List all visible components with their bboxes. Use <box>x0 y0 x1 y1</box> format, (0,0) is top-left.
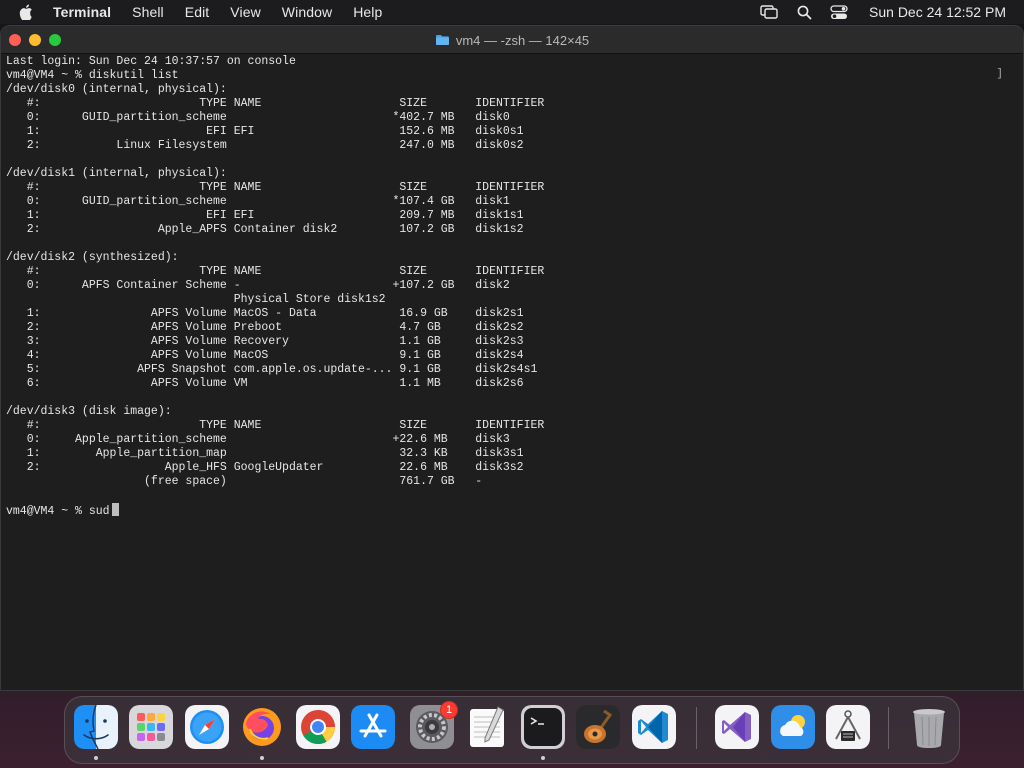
terminal-line: vm4@VM4 ~ % diskutil list <box>6 69 179 82</box>
terminal-running-indicator <box>541 756 545 760</box>
dock-separator <box>696 707 697 749</box>
terminal-line: /dev/disk2 (synthesized): <box>6 251 179 264</box>
terminal-line: 1: APFS Volume MacOS - Data 16.9 GB disk… <box>6 307 524 320</box>
text-cursor <box>111 503 119 516</box>
dock-separator <box>888 707 889 749</box>
scroll-marker: ] <box>996 68 1003 80</box>
control-center-icon[interactable] <box>830 4 848 20</box>
terminal-line: 1: Apple_partition_map 32.3 KB disk3s1 <box>6 447 524 460</box>
terminal-line: Physical Store disk1s2 <box>6 293 386 306</box>
terminal-prompt-line[interactable]: vm4@VM4 ~ % sud <box>6 503 1023 518</box>
menu-shell[interactable]: Shell <box>132 4 164 20</box>
terminal-line: 1: EFI EFI 152.6 MB disk0s1 <box>6 125 524 138</box>
terminal-line: 0: APFS Container Scheme - +107.2 GB dis… <box>6 279 510 292</box>
terminal-line: #: TYPE NAME SIZE IDENTIFIER <box>6 97 545 110</box>
textedit-icon[interactable] <box>465 705 509 749</box>
window-titlebar[interactable]: vm4 — -zsh — 142×45 <box>1 26 1023 54</box>
finder-icon[interactable] <box>74 705 118 749</box>
menu-window[interactable]: Window <box>282 4 332 20</box>
screen-mirroring-icon[interactable] <box>760 4 778 20</box>
launchpad-icon[interactable] <box>129 705 173 749</box>
terminal-line: /dev/disk0 (internal, physical): <box>6 83 227 96</box>
menu-bar: Terminal Shell Edit View Window Help Sun… <box>0 0 1024 24</box>
dock: 1 <box>64 696 960 764</box>
terminal-icon[interactable] <box>521 705 565 749</box>
terminal-line: (free space) 761.7 GB - <box>6 475 483 488</box>
terminal-line: /dev/disk3 (disk image): <box>6 405 172 418</box>
vscode-icon[interactable] <box>632 705 676 749</box>
terminal-line: #: TYPE NAME SIZE IDENTIFIER <box>6 419 545 432</box>
terminal-line: /dev/disk1 (internal, physical): <box>6 167 227 180</box>
visual-studio-icon[interactable] <box>715 705 759 749</box>
window-title: vm4 — -zsh — 142×45 <box>1 26 1023 54</box>
notification-badge: 1 <box>440 701 458 719</box>
terminal-line: 2: APFS Volume Preboot 4.7 GB disk2s2 <box>6 321 524 334</box>
menu-clock[interactable]: Sun Dec 24 12:52 PM <box>869 4 1006 20</box>
spotlight-search-icon[interactable] <box>795 4 813 20</box>
terminal-line: #: TYPE NAME SIZE IDENTIFIER <box>6 181 545 194</box>
menu-edit[interactable]: Edit <box>185 4 210 20</box>
menu-app-name[interactable]: Terminal <box>53 4 111 20</box>
apple-icon[interactable] <box>19 4 35 20</box>
terminal-line: 2: Linux Filesystem 247.0 MB disk0s2 <box>6 139 524 152</box>
terminal-line: #: TYPE NAME SIZE IDENTIFIER <box>6 265 545 278</box>
terminal-line: 4: APFS Volume MacOS 9.1 GB disk2s4 <box>6 349 524 362</box>
system-preferences-icon[interactable]: 1 <box>410 701 458 749</box>
terminal-line: 6: APFS Volume VM 1.1 MB disk2s6 <box>6 377 524 390</box>
window-title-text: vm4 — -zsh — 142×45 <box>455 32 590 48</box>
terminal-line: 2: Apple_HFS GoogleUpdater 22.6 MB disk3… <box>6 461 524 474</box>
menu-help[interactable]: Help <box>353 4 382 20</box>
finder-running-indicator <box>94 756 98 760</box>
chrome-icon[interactable] <box>296 705 340 749</box>
terminal-line: 2: Apple_APFS Container disk2 107.2 GB d… <box>6 223 524 236</box>
terminal-line: 5: APFS Snapshot com.apple.os.update-...… <box>6 363 538 376</box>
terminal-output[interactable]: Last login: Sun Dec 24 10:37:57 on conso… <box>1 55 1023 690</box>
terminal-line: 3: APFS Volume Recovery 1.1 GB disk2s3 <box>6 335 524 348</box>
trash-icon[interactable] <box>907 705 951 749</box>
system-information-icon[interactable] <box>826 705 870 749</box>
terminal-line: 0: GUID_partition_scheme *402.7 MB disk0 <box>6 111 510 124</box>
firefox-icon[interactable] <box>240 705 284 749</box>
terminal-line: 1: EFI EFI 209.7 MB disk1s1 <box>6 209 524 222</box>
folder-icon <box>435 35 449 45</box>
safari-icon[interactable] <box>185 705 229 749</box>
firefox-running-indicator <box>260 756 264 760</box>
garageband-icon[interactable] <box>576 705 620 749</box>
terminal-window: vm4 — -zsh — 142×45 Last login: Sun Dec … <box>0 25 1024 691</box>
desktop: Terminal Shell Edit View Window Help Sun… <box>0 0 1024 768</box>
terminal-line: 0: Apple_partition_scheme +22.6 MB disk3 <box>6 433 510 446</box>
menu-view[interactable]: View <box>230 4 261 20</box>
weather-icon[interactable] <box>771 705 815 749</box>
terminal-line: Last login: Sun Dec 24 10:37:57 on conso… <box>6 55 296 68</box>
terminal-line: 0: GUID_partition_scheme *107.4 GB disk1 <box>6 195 510 208</box>
prompt-text: vm4@VM4 ~ % sud <box>6 505 110 518</box>
app-store-icon[interactable] <box>351 705 395 749</box>
